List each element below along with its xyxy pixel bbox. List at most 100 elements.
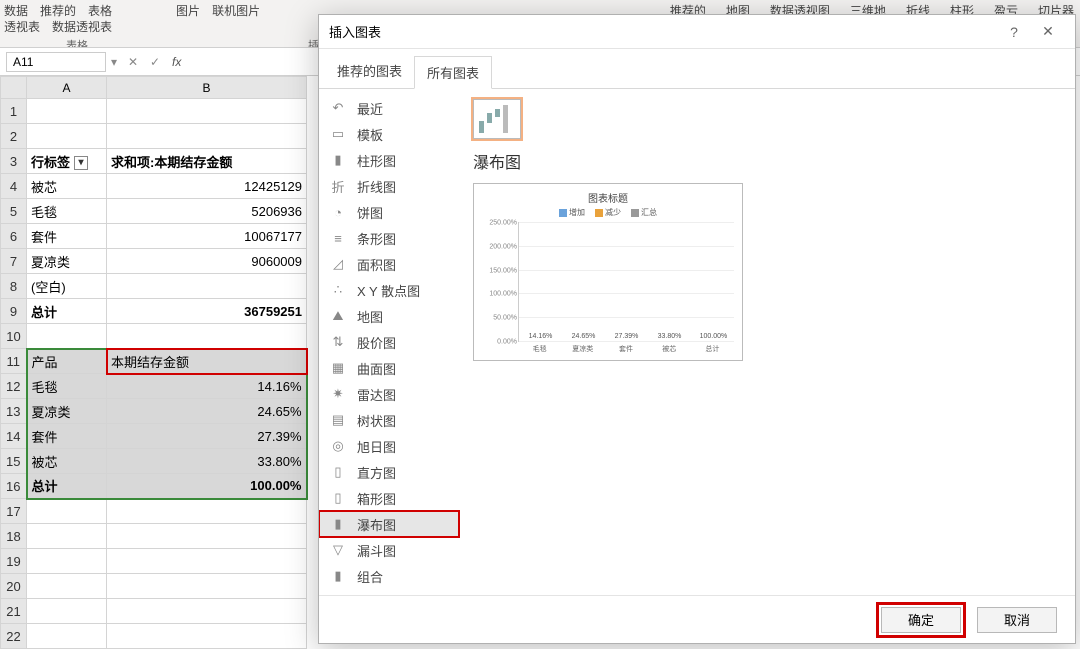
chart-type-漏斗图[interactable]: ▽漏斗图 [319,537,459,563]
cell[interactable] [27,624,107,649]
chart-type-曲面图[interactable]: ▦曲面图 [319,355,459,381]
row-header[interactable]: 17 [1,499,27,524]
cell[interactable] [107,624,307,649]
cell[interactable] [107,524,307,549]
cell[interactable]: 夏凉类 [27,399,107,424]
cell[interactable] [27,124,107,149]
table-row[interactable]: 2 [1,124,307,149]
row-header[interactable]: 22 [1,624,27,649]
cell[interactable] [107,499,307,524]
cell[interactable] [27,324,107,349]
cell[interactable] [27,549,107,574]
cell[interactable] [27,599,107,624]
table-row[interactable]: 1 [1,99,307,124]
row-header[interactable]: 3 [1,149,27,174]
cell[interactable]: 总计 [27,299,107,324]
cell[interactable]: 9060009 [107,249,307,274]
cell[interactable]: 套件 [27,224,107,249]
chart-type-组合[interactable]: ▮组合 [319,563,459,589]
cell[interactable]: 套件 [27,424,107,449]
fx-icon[interactable]: fx [172,55,181,69]
table-row[interactable]: 10 [1,324,307,349]
chart-type-树状图[interactable]: ▤树状图 [319,407,459,433]
ribbon-cmd[interactable]: 数据透视表 [52,18,112,35]
cell[interactable]: 毛毯 [27,199,107,224]
col-header[interactable]: A [27,77,107,99]
cell[interactable] [27,99,107,124]
table-row[interactable]: 16总计100.00% [1,474,307,499]
name-box[interactable]: A11 [6,52,106,72]
row-header[interactable]: 9 [1,299,27,324]
table-row[interactable]: 14套件27.39% [1,424,307,449]
cell[interactable]: 夏凉类 [27,249,107,274]
chart-type-旭日图[interactable]: ◎旭日图 [319,433,459,459]
chart-type-面积图[interactable]: ◿面积图 [319,251,459,277]
ribbon-cmd[interactable]: 数据 [4,2,28,19]
name-box-dropdown-icon[interactable]: ▾ [106,55,122,69]
row-header[interactable]: 18 [1,524,27,549]
table-row[interactable]: 21 [1,599,307,624]
ribbon-cmd[interactable]: 透视表 [4,18,40,35]
cell[interactable] [107,324,307,349]
ok-button[interactable]: 确定 [881,607,961,633]
row-header[interactable]: 4 [1,174,27,199]
col-header[interactable]: B [107,77,307,99]
chart-preview[interactable]: 图表标题 增加 减少 汇总 0.00%50.00%100.00%150.00%2… [473,183,743,361]
cell[interactable]: 求和项:本期结存金额 [107,149,307,174]
row-header[interactable]: 8 [1,274,27,299]
cell[interactable] [107,549,307,574]
table-row[interactable]: 4被芯12425129 [1,174,307,199]
close-icon[interactable]: ✕ [1031,23,1065,40]
row-header[interactable]: 12 [1,374,27,399]
table-row[interactable]: 5毛毯5206936 [1,199,307,224]
cancel-button[interactable]: 取消 [977,607,1057,633]
select-all-corner[interactable] [1,77,27,99]
sheet-table[interactable]: A B 123行标签▾求和项:本期结存金额4被芯124251295毛毯52069… [0,76,308,649]
table-row[interactable]: 19 [1,549,307,574]
cell[interactable]: 被芯 [27,174,107,199]
cell[interactable]: 100.00% [107,474,307,499]
cell[interactable]: 36759251 [107,299,307,324]
row-header[interactable]: 11 [1,349,27,374]
chart-type-list[interactable]: ↶最近▭模板▮柱形图折折线图◔饼图≡条形图◿面积图∴X Y 散点图⛰地图⇅股价图… [319,89,459,595]
cell[interactable] [27,499,107,524]
row-header[interactable]: 1 [1,99,27,124]
table-row[interactable]: 8(空白) [1,274,307,299]
row-header[interactable]: 7 [1,249,27,274]
cell[interactable]: 5206936 [107,199,307,224]
table-row[interactable]: 9总计36759251 [1,299,307,324]
chart-type-饼图[interactable]: ◔饼图 [319,199,459,225]
ribbon-cmd[interactable]: 图片 [176,2,200,19]
table-row[interactable]: 15被芯33.80% [1,449,307,474]
table-row[interactable]: 22 [1,624,307,649]
row-header[interactable]: 15 [1,449,27,474]
chart-type-条形图[interactable]: ≡条形图 [319,225,459,251]
cell[interactable] [107,599,307,624]
cell[interactable]: 总计 [27,474,107,499]
tab-recommended[interactable]: 推荐的图表 [325,55,414,88]
formula-accept-icon[interactable]: ✓ [144,55,166,69]
ribbon-cmd[interactable]: 表格 [88,2,112,19]
chart-type-最近[interactable]: ↶最近 [319,95,459,121]
cell[interactable]: 27.39% [107,424,307,449]
cell[interactable] [107,574,307,599]
row-header[interactable]: 5 [1,199,27,224]
row-header[interactable]: 20 [1,574,27,599]
formula-cancel-icon[interactable]: ✕ [122,55,144,69]
cell[interactable] [107,274,307,299]
cell[interactable]: 本期结存金额 [107,349,307,374]
cell[interactable]: 行标签▾ [27,149,107,174]
cell[interactable]: (空白) [27,274,107,299]
row-header[interactable]: 21 [1,599,27,624]
row-header[interactable]: 14 [1,424,27,449]
cell[interactable]: 被芯 [27,449,107,474]
filter-dropdown-icon[interactable]: ▾ [74,156,88,170]
cell[interactable]: 33.80% [107,449,307,474]
chart-type-柱形图[interactable]: ▮柱形图 [319,147,459,173]
chart-type-股价图[interactable]: ⇅股价图 [319,329,459,355]
ribbon-cmd[interactable]: 推荐的 [40,2,76,19]
cell[interactable]: 产品 [27,349,107,374]
row-header[interactable]: 16 [1,474,27,499]
chart-type-直方图[interactable]: ▯直方图 [319,459,459,485]
chart-type-折线图[interactable]: 折折线图 [319,173,459,199]
